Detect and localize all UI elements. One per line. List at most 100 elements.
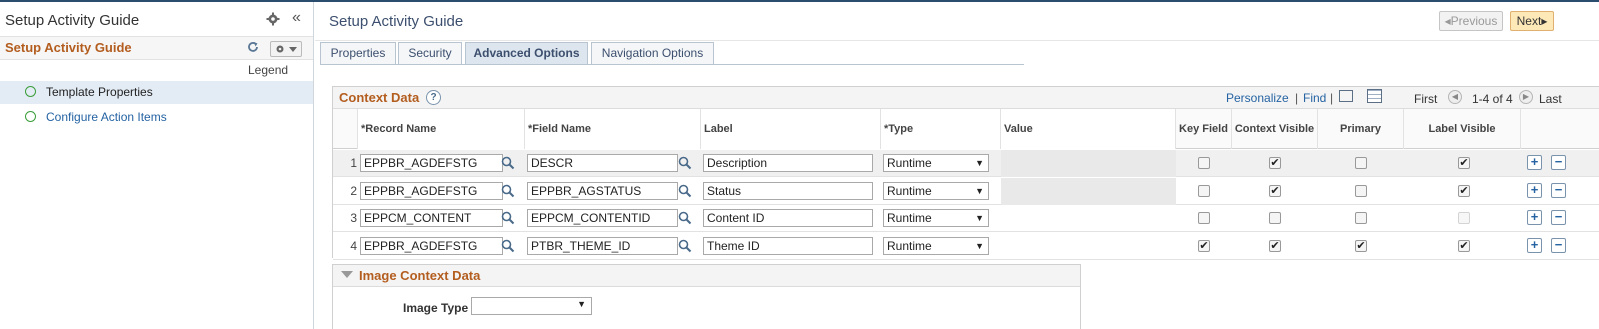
label-input[interactable]: Description	[703, 154, 873, 172]
delete-row-button[interactable]: −	[1551, 237, 1566, 253]
status-circle-icon	[25, 111, 36, 122]
add-row-button[interactable]: +	[1527, 237, 1542, 253]
primary-checkbox[interactable]	[1355, 212, 1367, 224]
column-header-label-visible: Label Visible	[1404, 109, 1521, 149]
label-input[interactable]: Status	[703, 181, 873, 200]
type-select[interactable]: Runtime ▼	[883, 154, 989, 172]
lookup-icon[interactable]	[678, 156, 692, 170]
tab-security[interactable]: Security	[398, 42, 462, 64]
label-visible-checkbox[interactable]: ✔	[1458, 184, 1470, 197]
lookup-icon[interactable]	[678, 184, 692, 198]
add-row-button[interactable]: +	[1527, 210, 1542, 225]
column-header-context-visible: Context Visible	[1232, 109, 1318, 149]
record-name-input[interactable]: EPPCM_CONTENT	[360, 209, 503, 227]
tab-advanced-options[interactable]: Advanced Options	[465, 42, 588, 64]
collapse-panel-icon[interactable]: «	[292, 9, 301, 27]
type-select-value: Runtime	[887, 211, 932, 225]
image-context-data-header[interactable]: Image Context Data	[333, 265, 1080, 287]
field-name-input[interactable]: DESCR	[527, 154, 678, 172]
personalize-link[interactable]: Personalize	[1226, 91, 1289, 105]
field-name-input[interactable]: EPPCM_CONTENTID	[527, 209, 678, 227]
value-cell	[1001, 205, 1176, 232]
actions-menu-button[interactable]	[270, 41, 302, 57]
add-row-button[interactable]: +	[1527, 182, 1542, 198]
previous-button[interactable]: ◂Previous	[1439, 11, 1503, 31]
help-icon[interactable]: ?	[426, 90, 441, 105]
next-row-icon[interactable]: ▶	[1519, 90, 1533, 104]
next-button[interactable]: Next▸	[1510, 11, 1554, 31]
image-type-select[interactable]: ▼	[471, 297, 592, 315]
status-circle-icon	[25, 86, 36, 97]
image-type-label: Image Type	[403, 301, 469, 315]
lookup-icon[interactable]	[678, 239, 692, 253]
column-header-key-field: Key Field	[1176, 109, 1232, 149]
download-spreadsheet-icon[interactable]	[1367, 89, 1382, 103]
left-panel-title: Setup Activity Guide	[5, 12, 140, 29]
grid-header: Context Data ? Personalize | Find | Firs…	[333, 87, 1599, 109]
delete-row-button[interactable]: −	[1551, 155, 1566, 170]
dropdown-arrow-icon: ▼	[975, 240, 984, 251]
value-cell	[1001, 177, 1176, 205]
key-field-checkbox[interactable]: ✔	[1198, 239, 1210, 252]
label-input[interactable]: Theme ID	[703, 236, 873, 255]
field-name-input[interactable]: EPPBR_AGSTATUS	[527, 181, 678, 200]
context-visible-checkbox[interactable]: ✔	[1269, 239, 1281, 252]
label-visible-checkbox[interactable]: ✔	[1458, 157, 1470, 169]
tab-navigation-options[interactable]: Navigation Options	[591, 42, 714, 64]
lookup-icon[interactable]	[501, 211, 515, 225]
left-panel-header: Setup Activity Guide	[0, 36, 313, 60]
table-row: 1 EPPBR_AGDEFSTG DESCR Description Runtime ▼ ✔…	[333, 150, 1599, 177]
refresh-icon[interactable]	[247, 41, 259, 53]
dropdown-arrow-icon: ▼	[975, 185, 984, 196]
section-title: Image Context Data	[359, 268, 481, 283]
left-navigation-panel: Setup Activity Guide « Setup Activity Gu…	[0, 2, 314, 329]
context-visible-checkbox[interactable]	[1269, 212, 1281, 224]
view-all-icon[interactable]	[1339, 90, 1353, 102]
row-number: 3	[350, 211, 357, 225]
delete-row-button[interactable]: −	[1551, 182, 1566, 198]
gear-icon[interactable]	[266, 12, 280, 26]
delete-row-button[interactable]: −	[1551, 210, 1566, 225]
rownum-header	[333, 109, 358, 149]
record-name-input[interactable]: EPPBR_AGDEFSTG	[360, 236, 503, 255]
key-field-checkbox[interactable]	[1198, 212, 1210, 224]
label-visible-checkbox[interactable]: ✔	[1458, 239, 1470, 252]
table-row: 2 EPPBR_AGDEFSTG EPPBR_AGSTATUS Status Runti…	[333, 177, 1599, 205]
tab-properties[interactable]: Properties	[320, 42, 396, 64]
label-visible-checkbox[interactable]	[1458, 212, 1470, 224]
column-header-primary: Primary	[1318, 109, 1404, 149]
record-name-input[interactable]: EPPBR_AGDEFSTG	[360, 181, 503, 200]
type-select[interactable]: Runtime ▼	[883, 181, 989, 200]
lookup-icon[interactable]	[501, 239, 515, 253]
lookup-icon[interactable]	[678, 211, 692, 225]
column-header-field-name: *Field Name	[525, 109, 701, 149]
record-name-input[interactable]: EPPBR_AGDEFSTG	[360, 154, 503, 172]
legend-link[interactable]: Legend	[248, 63, 288, 77]
find-link[interactable]: Find	[1303, 91, 1326, 105]
dropdown-arrow-icon: ▼	[975, 158, 984, 168]
context-visible-checkbox[interactable]: ✔	[1269, 157, 1281, 169]
previous-row-icon[interactable]: ◀	[1448, 90, 1462, 104]
gear-icon	[276, 45, 297, 53]
row-number: 2	[350, 183, 357, 198]
add-row-button[interactable]: +	[1527, 155, 1542, 170]
row-number: 4	[350, 238, 357, 253]
first-link[interactable]: First	[1414, 92, 1437, 106]
key-field-checkbox[interactable]	[1198, 157, 1210, 169]
collapse-triangle-icon[interactable]	[341, 271, 353, 278]
label-input[interactable]: Content ID	[703, 209, 873, 227]
separator: |	[1295, 91, 1299, 105]
nav-item-configure-action-items[interactable]: Configure Action Items	[0, 106, 313, 129]
type-select[interactable]: Runtime ▼	[883, 236, 989, 255]
last-link[interactable]: Last	[1539, 92, 1562, 106]
primary-checkbox[interactable]: ✔	[1355, 239, 1367, 252]
lookup-icon[interactable]	[501, 184, 515, 198]
type-select[interactable]: Runtime ▼	[883, 209, 989, 227]
context-visible-checkbox[interactable]: ✔	[1269, 184, 1281, 197]
primary-checkbox[interactable]	[1355, 157, 1367, 169]
lookup-icon[interactable]	[501, 156, 515, 170]
primary-checkbox[interactable]	[1355, 184, 1367, 197]
field-name-input[interactable]: PTBR_THEME_ID	[527, 236, 678, 255]
key-field-checkbox[interactable]	[1198, 184, 1210, 197]
nav-item-template-properties[interactable]: Template Properties	[0, 81, 313, 104]
